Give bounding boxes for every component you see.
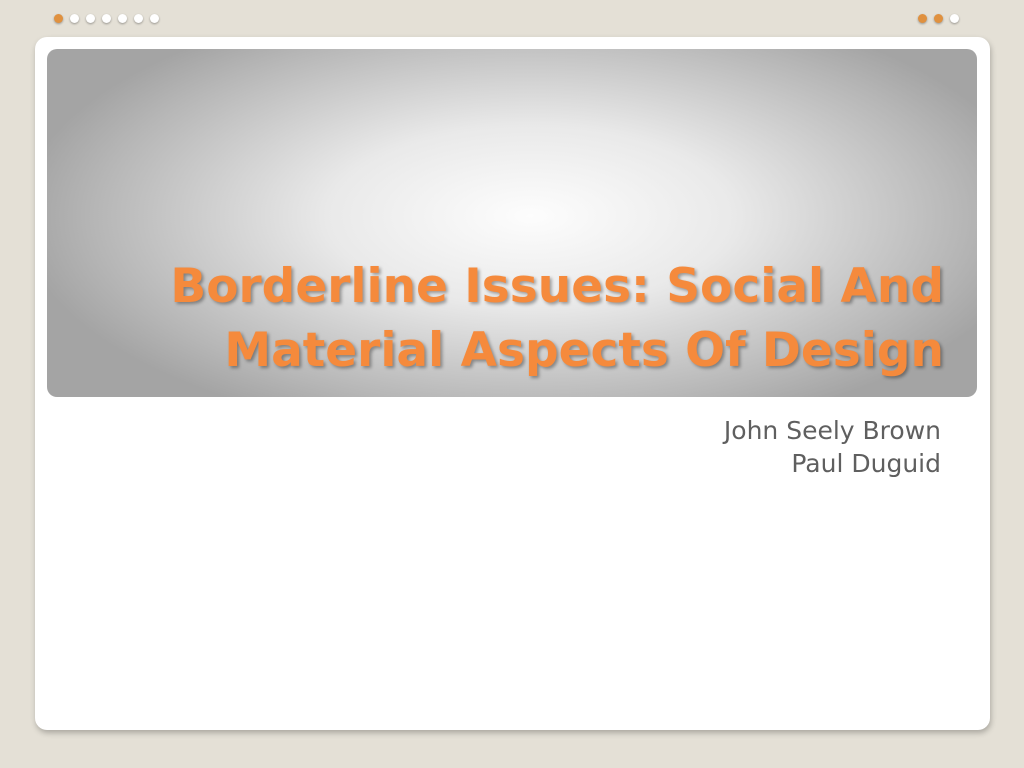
slide-title: Borderline Issues: Social And Material A…	[170, 255, 944, 383]
dot-icon	[102, 14, 111, 23]
decorative-dots-right	[918, 14, 959, 23]
slide-title-line-1: Borderline Issues: Social And	[170, 259, 944, 314]
author-name: Paul Duguid	[791, 449, 941, 478]
title-banner: Borderline Issues: Social And Material A…	[47, 49, 977, 397]
dot-icon	[86, 14, 95, 23]
dot-icon	[934, 14, 943, 23]
dot-icon	[54, 14, 63, 23]
author-name: John Seely Brown	[723, 416, 941, 445]
dot-icon	[918, 14, 927, 23]
dot-icon	[134, 14, 143, 23]
dot-icon	[950, 14, 959, 23]
slide-card: Borderline Issues: Social And Material A…	[35, 37, 990, 730]
slide-title-line-2: Material Aspects Of Design	[224, 323, 944, 378]
dot-icon	[118, 14, 127, 23]
slide-subtitle-authors: John Seely Brown Paul Duguid	[724, 414, 941, 480]
dot-icon	[150, 14, 159, 23]
decorative-dots-left	[54, 14, 159, 23]
dot-icon	[70, 14, 79, 23]
